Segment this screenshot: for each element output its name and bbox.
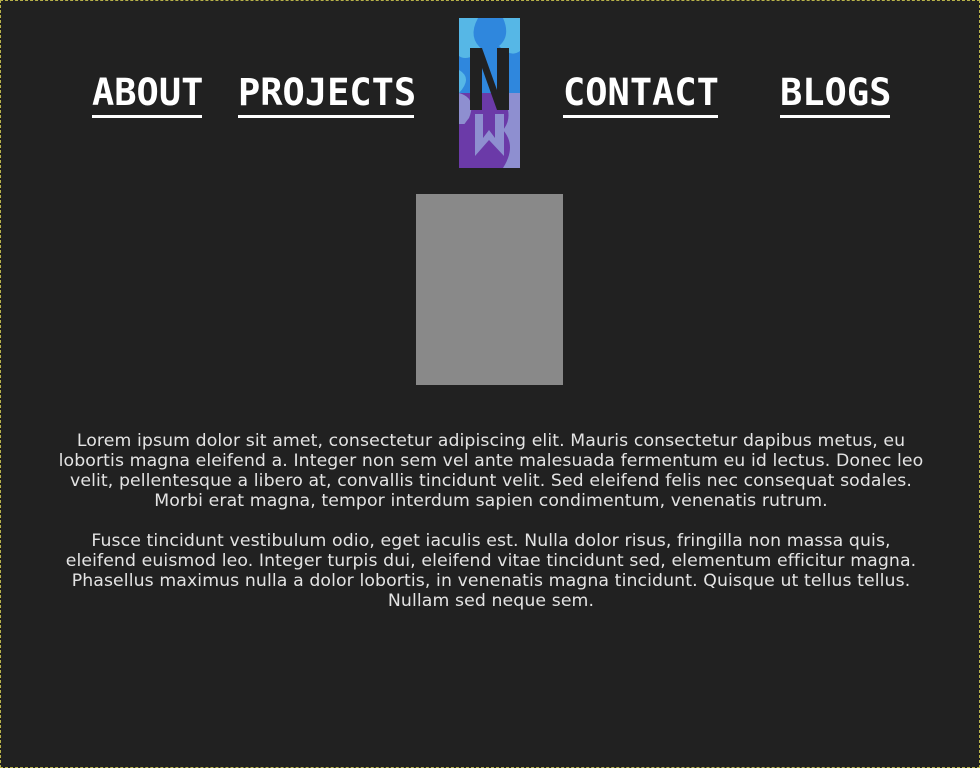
nav-link-contact[interactable]: CONTACT bbox=[563, 73, 719, 118]
page-frame: ABOUT PROJECTS CONTACT BLOGS Lorem ipsum… bbox=[0, 0, 980, 768]
content-paragraph-1: Lorem ipsum dolor sit amet, consectetur … bbox=[58, 431, 924, 511]
nav-link-about[interactable]: ABOUT bbox=[92, 73, 203, 118]
nav-link-blogs[interactable]: BLOGS bbox=[780, 73, 891, 118]
nav-link-projects[interactable]: PROJECTS bbox=[238, 73, 416, 118]
featured-image bbox=[416, 194, 563, 385]
main-content: Lorem ipsum dolor sit amet, consectetur … bbox=[56, 431, 926, 631]
content-paragraph-2: Fusce tincidunt vestibulum odio, eget ia… bbox=[65, 531, 917, 611]
site-logo[interactable] bbox=[458, 18, 520, 168]
n-logo-icon bbox=[458, 18, 520, 168]
